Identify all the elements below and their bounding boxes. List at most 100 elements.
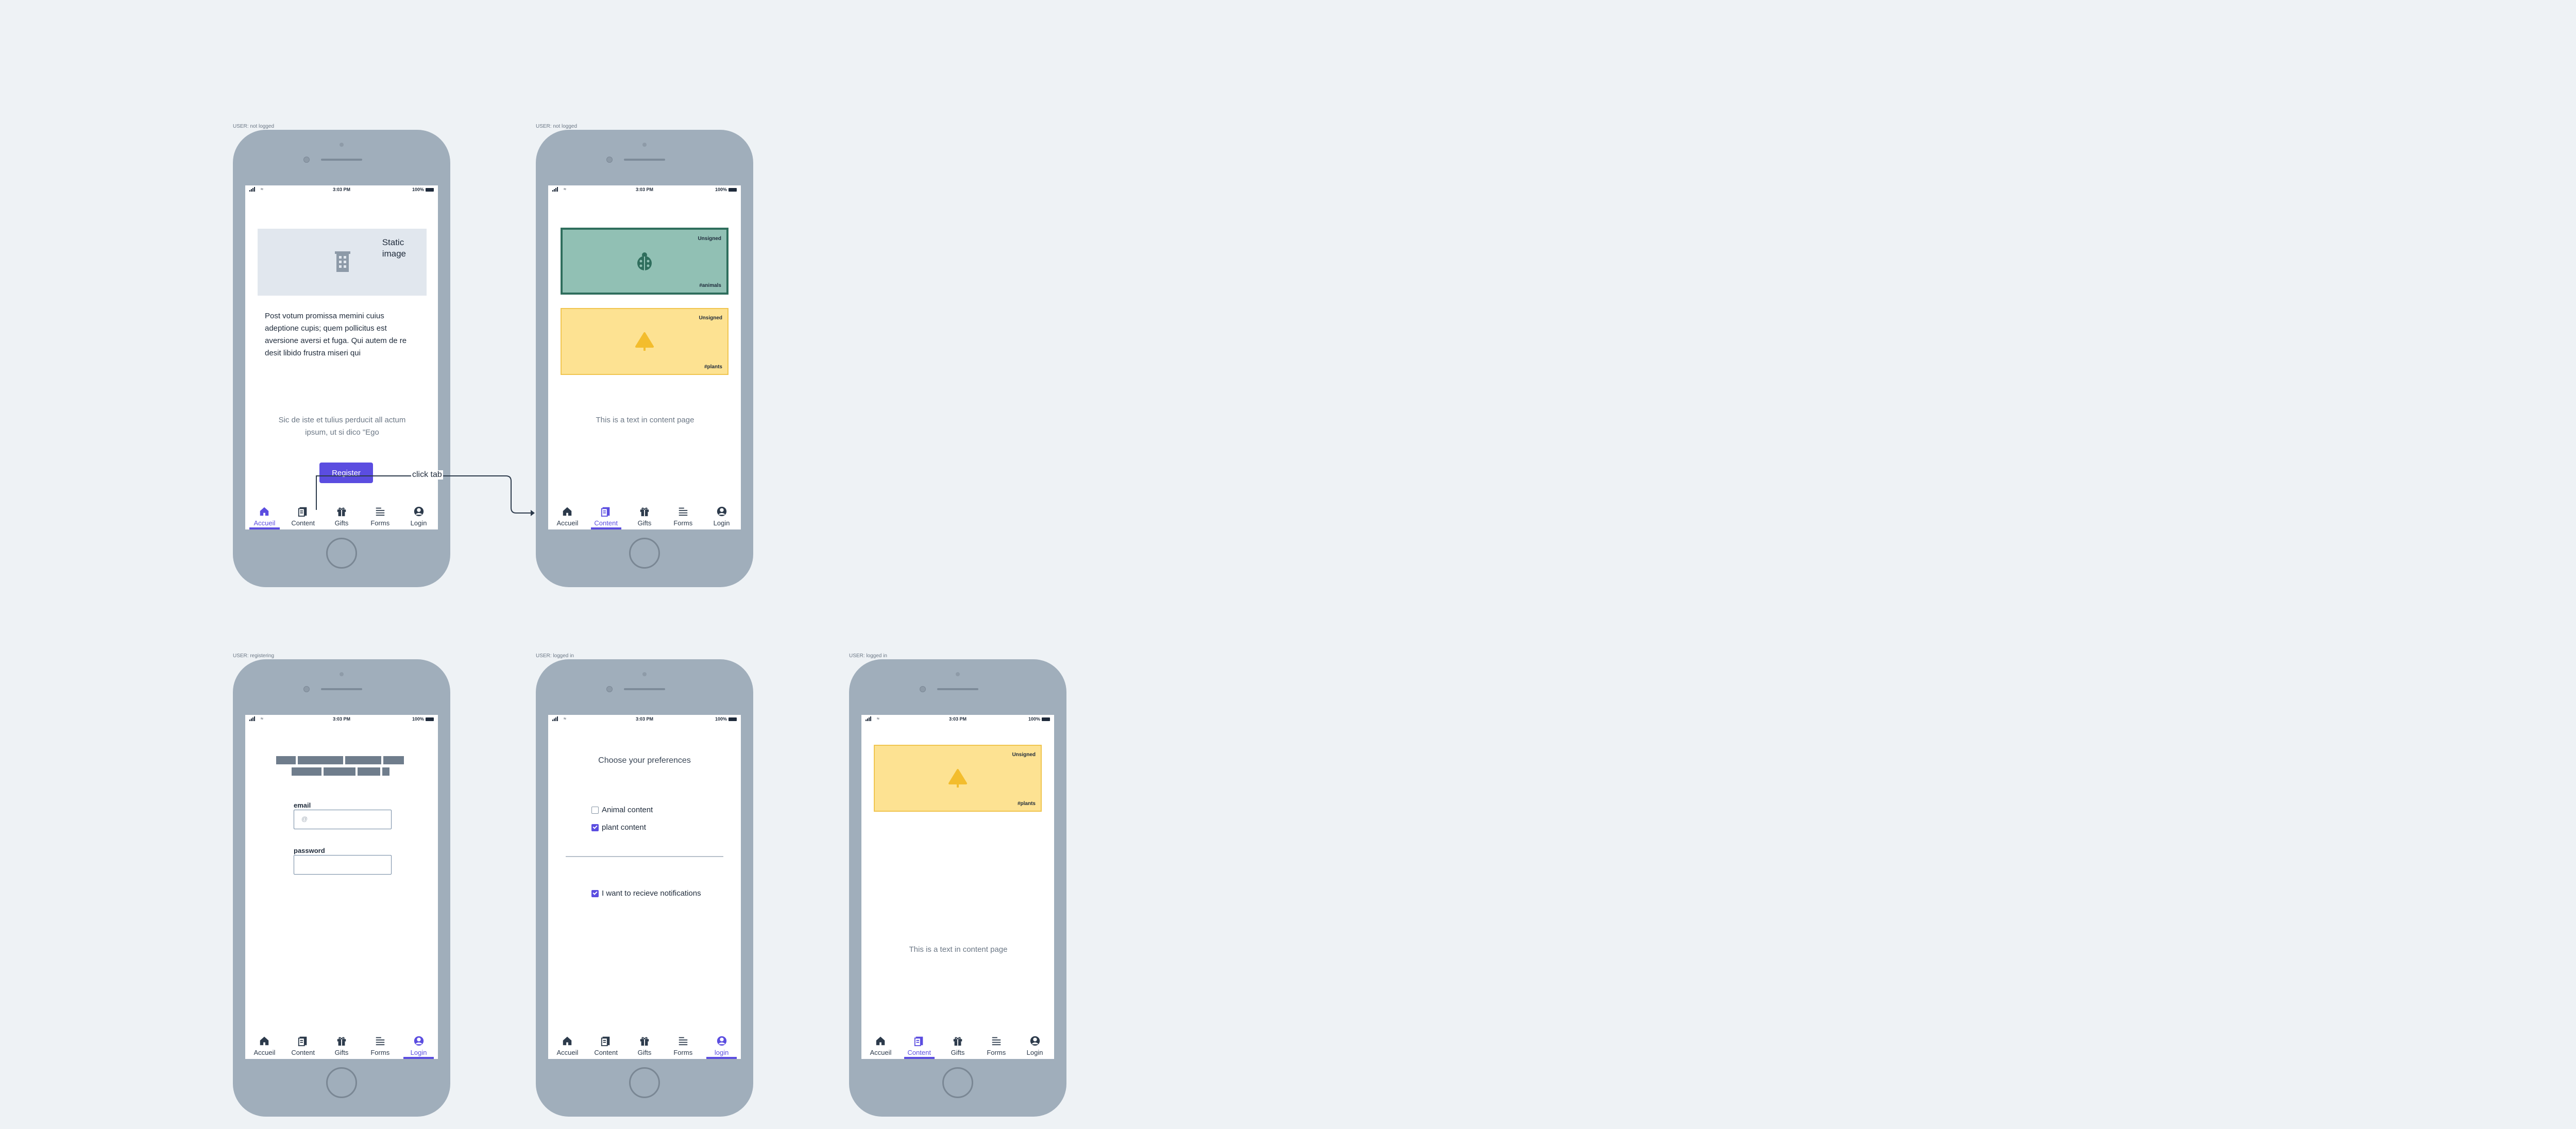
forms-icon	[992, 1037, 1001, 1046]
battery-indicator: 100%	[1028, 716, 1050, 722]
notifications-option[interactable]: I want to recieve notifications	[591, 889, 701, 898]
tree-icon	[948, 769, 967, 788]
signal-icon	[552, 187, 558, 192]
tree-icon	[635, 332, 654, 351]
preferences-title: Choose your preferences	[598, 756, 691, 765]
status-bar: ≈ 3:03 PM 100%	[245, 715, 438, 723]
screen-register: ≈ 3:03 PM 100% email @ password Accueil …	[245, 715, 438, 1059]
password-field[interactable]	[294, 855, 392, 875]
battery-icon	[426, 717, 434, 721]
tab-content[interactable]: Content	[587, 1029, 625, 1059]
signal-icon	[249, 716, 255, 721]
battery-indicator: 100%	[412, 716, 434, 722]
plant-card[interactable]: Unsigned #plants	[561, 308, 728, 375]
plant-card[interactable]: Unsigned #plants	[874, 745, 1042, 812]
notifications-checkbox[interactable]	[591, 889, 599, 897]
screen-content-logged: ≈ 3:03 PM 100% Unsigned #plants This is …	[861, 715, 1054, 1059]
forms-icon	[679, 507, 688, 516]
tab-accueil[interactable]: Accueil	[548, 1029, 587, 1059]
frame-label: USER: registering	[233, 653, 275, 659]
frame-label: USER: logged in	[849, 653, 887, 659]
home-icon	[260, 507, 269, 516]
speaker	[937, 688, 978, 690]
screen-preferences: ≈ 3:03 PM 100% Choose your preferences A…	[548, 715, 741, 1059]
tab-gifts[interactable]: Gifts	[323, 1029, 361, 1059]
frame-label: USER: logged in	[536, 653, 574, 659]
battery-indicator: 100%	[412, 187, 434, 192]
body-paragraph: Post votum promissa memini cuius adeptio…	[265, 312, 407, 357]
wifi-icon: ≈	[261, 716, 263, 721]
animal-card[interactable]: Unsigned #animals	[561, 228, 728, 295]
sensor	[642, 143, 647, 147]
content-icon	[601, 507, 610, 517]
status-time: 3:03 PM	[948, 716, 967, 722]
tab-forms[interactable]: Forms	[361, 1029, 399, 1059]
tab-accueil[interactable]: Accueil	[861, 1029, 900, 1059]
tab-accueil[interactable]: Accueil	[245, 500, 284, 529]
status-time: 3:03 PM	[332, 187, 351, 192]
tab-login[interactable]: Login	[702, 500, 741, 529]
tab-forms[interactable]: Forms	[664, 1029, 702, 1059]
frame-label: USER: not logged	[233, 124, 275, 129]
phone-frame-content-logged: ≈ 3:03 PM 100% Unsigned #plants This is …	[849, 659, 1066, 1117]
tab-accueil[interactable]: Accueil	[245, 1029, 284, 1059]
user-icon	[414, 1036, 423, 1046]
battery-icon	[426, 187, 434, 192]
tab-login[interactable]: Login	[399, 1029, 438, 1059]
plant-content-option[interactable]: plant content	[591, 823, 646, 832]
tab-bar: Accueil Content Gifts Forms Login	[861, 1029, 1054, 1059]
camera	[920, 686, 926, 692]
camera	[606, 686, 613, 692]
building-icon	[335, 251, 350, 272]
content-icon	[298, 1036, 307, 1047]
card-tag: Unsigned	[698, 236, 721, 242]
status-bar: ≈ 3:03 PM 100%	[245, 185, 438, 194]
phone-frame-register: ≈ 3:03 PM 100% email @ password Accueil …	[233, 659, 450, 1117]
card-tag: Unsigned	[1012, 752, 1036, 758]
tab-bar: Accueil Content Gifts Forms Login	[548, 500, 741, 529]
tab-forms[interactable]: Forms	[664, 500, 702, 529]
home-button	[326, 538, 357, 569]
home-icon	[876, 1036, 885, 1046]
sensor	[642, 672, 647, 676]
signal-icon	[249, 187, 255, 192]
user-icon	[1030, 1036, 1040, 1046]
gift-icon	[640, 507, 649, 517]
gift-icon	[953, 1037, 962, 1046]
tab-gifts[interactable]: Gifts	[625, 1029, 664, 1059]
animal-content-option[interactable]: Animal content	[591, 806, 653, 814]
tab-content[interactable]: Content	[900, 1029, 939, 1059]
content-icon	[914, 1036, 923, 1047]
tab-content[interactable]: Content	[284, 1029, 323, 1059]
content-icon	[298, 507, 307, 517]
status-time: 3:03 PM	[635, 187, 654, 192]
card-hashtag: #plants	[1017, 801, 1036, 807]
card-hashtag: #plants	[704, 364, 722, 370]
animal-checkbox[interactable]	[591, 806, 599, 814]
sensor	[956, 672, 960, 676]
plant-checkbox[interactable]	[591, 824, 599, 831]
tab-forms[interactable]: Forms	[977, 1029, 1015, 1059]
battery-icon	[728, 717, 737, 721]
password-label: password	[294, 847, 325, 854]
email-field[interactable]: @	[294, 810, 392, 829]
phone-frame-preferences: ≈ 3:03 PM 100% Choose your preferences A…	[536, 659, 753, 1117]
tab-gifts[interactable]: Gifts	[625, 500, 664, 529]
tab-content[interactable]: Content	[587, 500, 625, 529]
wifi-icon: ≈	[877, 716, 879, 721]
tab-login[interactable]: login	[702, 1029, 741, 1059]
battery-indicator: 100%	[715, 716, 737, 722]
status-bar: ≈ 3:03 PM 100%	[548, 185, 741, 194]
tab-accueil[interactable]: Accueil	[548, 500, 587, 529]
battery-icon	[1042, 717, 1050, 721]
card-tag: Unsigned	[699, 315, 722, 321]
divider	[566, 856, 723, 857]
tab-gifts[interactable]: Gifts	[939, 1029, 977, 1059]
speaker	[321, 688, 362, 690]
home-button	[629, 538, 660, 569]
gift-icon	[640, 1037, 649, 1046]
email-label: email	[294, 801, 311, 809]
signal-icon	[552, 716, 558, 721]
tab-login[interactable]: Login	[1015, 1029, 1054, 1059]
user-icon	[717, 506, 726, 517]
